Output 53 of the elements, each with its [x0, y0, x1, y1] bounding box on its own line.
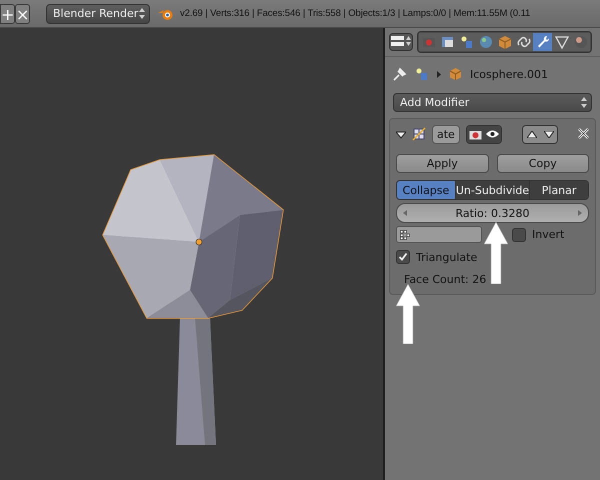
chain-link-icon — [516, 34, 532, 50]
scene-statistics: v2.69 | Verts:316 | Faces:546 | Tris:558 | Objects:1/3 | Lamps:0/0 | Mem:11.55M (0.11 — [180, 8, 530, 19]
properties-tab[interactable] — [571, 33, 590, 51]
ratio-field[interactable]: Ratio: 0.3280 — [396, 203, 589, 223]
mode-tab[interactable]: Un-Subdivide — [456, 181, 530, 199]
mode-tab[interactable]: Planar — [530, 181, 588, 199]
move-up-button[interactable] — [523, 126, 540, 142]
eye-icon — [486, 130, 499, 138]
arrow-left-icon — [403, 210, 407, 216]
invert-checkbox[interactable]: Invert — [512, 228, 564, 242]
scene-icon — [415, 67, 429, 81]
vertex-group-field[interactable] — [396, 226, 482, 243]
move-down-button[interactable] — [540, 126, 557, 142]
triangle-mesh-icon — [554, 34, 570, 50]
close-button[interactable]: × — [15, 4, 30, 24]
image-stack-icon — [440, 34, 456, 50]
copy-button[interactable]: Copy — [496, 154, 589, 173]
properties-tab[interactable] — [552, 33, 571, 51]
apply-button[interactable]: Apply — [396, 154, 488, 173]
object-name: Icosphere.001 — [470, 68, 548, 80]
decimate-mesh-icon — [412, 127, 426, 141]
properties-tab[interactable] — [438, 33, 457, 51]
triangulate-checkbox[interactable]: Triangulate — [396, 250, 478, 264]
mode-tab[interactable]: Collapse — [397, 181, 456, 199]
chevron-right-icon — [437, 70, 441, 78]
properties-tab[interactable] — [514, 33, 533, 51]
viewport-toggle[interactable] — [484, 126, 501, 142]
cube-icon — [449, 67, 462, 81]
triangle-down-icon — [544, 130, 554, 138]
face-count-text: Face Count: 26 — [404, 273, 488, 286]
globe-icon — [478, 34, 494, 50]
up-down-arrows-icon — [581, 97, 587, 108]
properties-editor-icon — [390, 34, 412, 46]
disclosure-triangle-icon — [396, 131, 406, 139]
properties-tab[interactable] — [533, 33, 552, 51]
scene-icon — [458, 34, 474, 50]
cube-icon — [496, 34, 512, 50]
add-button[interactable]: + — [0, 4, 15, 24]
modifier-name-field[interactable]: ate — [432, 124, 460, 144]
sphere-icon — [572, 34, 588, 50]
editor-type-button[interactable] — [389, 33, 413, 51]
triangle-up-icon — [526, 130, 536, 138]
render-engine-dropdown[interactable]: Blender Render — [46, 4, 150, 24]
up-down-arrows-icon — [139, 8, 145, 19]
add-modifier-dropdown[interactable]: Add Modifier — [393, 93, 592, 112]
vertex-group-icon — [400, 230, 410, 240]
camera-icon — [468, 128, 482, 140]
arrow-right-icon — [578, 210, 582, 216]
close-icon — [578, 128, 589, 139]
arrow-icon — [396, 284, 420, 344]
arrow-icon — [484, 222, 508, 284]
render-toggle[interactable] — [466, 126, 484, 142]
pin-icon — [393, 67, 407, 81]
